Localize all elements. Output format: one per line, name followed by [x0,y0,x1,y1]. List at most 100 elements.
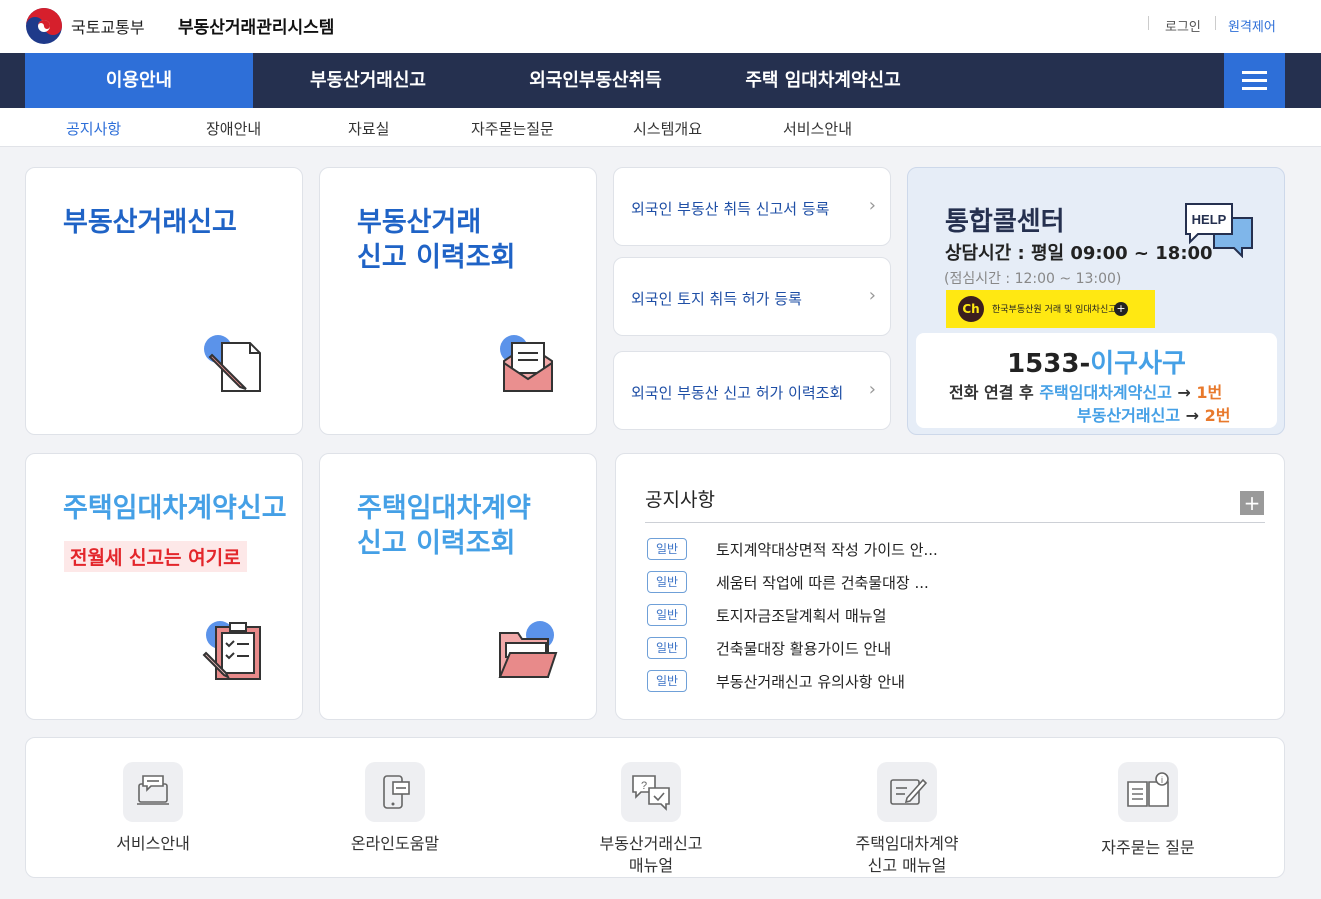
util-divider [1215,16,1216,30]
real-estate-report-card[interactable]: 부동산거래신고 [25,167,303,435]
jeonse-highlight-label: 전월세 신고는 여기로 [64,541,247,572]
quick-link-housing-lease-manual[interactable]: 주택임대차계약 신고 매뉴얼 [807,762,1007,877]
quick-link-label-line1: 주택임대차계약 [855,834,959,853]
system-title[interactable]: 부동산거래관리시스템 [178,13,334,38]
lnb-item-system-overview[interactable]: 시스템개요 [633,118,702,139]
foreign-report-history-link[interactable]: 외국인 부동산 신고 허가 이력조회 › [613,351,891,430]
arrow-icon: → [1185,406,1200,425]
svg-text:i: i [1161,775,1163,785]
link-label: 외국인 부동산 신고 허가 이력조회 [631,384,844,402]
quick-link-real-estate-manual[interactable]: ? 부동산거래신고 매뉴얼 [551,762,751,877]
call-option-2: 부동산거래신고 → 2번 [1077,402,1230,426]
pencil-document-icon [204,335,261,392]
global-nav: 이용안내 부동산거래신고 외국인부동산취득 주택 임대차계약신고 [0,53,1321,108]
option-service: 주택임대차계약신고 [1039,383,1172,402]
quick-link-label-line1: 부동산거래신고 [599,834,703,853]
card-title-line1: 주택임대차계약 [357,493,531,524]
category-badge: 일반 [647,604,687,626]
lnb-item-notice[interactable]: 공지사항 [66,118,121,139]
notice-item-title: 부동산거래신고 유의사항 안내 [716,673,905,691]
notice-item-title: 토지계약대상면적 작성 가이드 안... [716,541,938,559]
kakao-channel-button[interactable]: Ch 한국부동산원 거래 및 임대차신고 + [946,290,1155,328]
link-label: 외국인 토지 취득 허가 등록 [631,290,802,308]
quick-link-label: 온라인도움말 [350,834,440,853]
call-center-title: 통합콜센터 [945,207,1065,237]
quick-link-label-line2: 신고 매뉴얼 [867,856,947,875]
housing-lease-report-card[interactable]: 주택임대차계약신고 전월세 신고는 여기로 [25,453,303,720]
quick-link-label: 자주묻는 질문 [1101,838,1195,857]
clipboard-checklist-icon [202,621,261,680]
option-service: 부동산거래신고 [1077,406,1181,425]
notice-item-title: 토지자금조달계획서 매뉴얼 [716,607,887,625]
gnb-item-usage-guide[interactable]: 이용안내 [25,53,253,108]
notice-item[interactable]: 일반 토지자금조달계획서 매뉴얼 [647,604,1247,628]
notice-item-title: 세움터 작업에 따른 건축물대장 ... [716,574,929,592]
call-center-hours: 상담시간 : 평일 09:00 ~ 18:00 [945,243,1213,264]
call-center-lunch: (점심시간 : 12:00 ~ 13:00) [944,271,1122,287]
foreign-land-permit-link[interactable]: 외국인 토지 취득 허가 등록 › [613,257,891,336]
gnb-item-foreigner-acquisition[interactable]: 외국인부동산취득 [503,53,688,108]
quick-link-label-line2: 매뉴얼 [628,856,674,875]
card-title: 주택임대차계약신고 [63,493,287,524]
gnb-item-housing-lease-report[interactable]: 주택 임대차계약신고 [728,53,918,108]
notice-item-title: 건축물대장 활용가이드 안내 [716,640,892,658]
category-badge: 일반 [647,571,687,593]
notice-item[interactable]: 일반 토지계약대상면적 작성 가이드 안... [647,538,1247,562]
manual-chat-icon: ? [621,762,681,822]
quick-link-label: 서비스안내 [116,834,190,853]
more-notices-button[interactable]: + [1240,491,1264,515]
call-center-number: 1533-이구사구 [916,343,1277,380]
government-logo-icon[interactable] [25,7,63,45]
kakao-channel-icon: Ch [958,296,984,322]
login-link[interactable]: 로그인 [1165,16,1201,35]
arrow-icon: → [1177,383,1191,402]
notice-item[interactable]: 일반 부동산거래신고 유의사항 안내 [647,670,1247,694]
util-divider [1148,16,1149,30]
remote-support-link[interactable]: 원격제어 [1228,16,1276,35]
call-center-number-box: 1533-이구사구 전화 연결 후 주택임대차계약신고 → 1번 부동산거래신고… [916,333,1277,428]
service-guide-icon [123,762,183,822]
option-number: 1번 [1196,383,1223,402]
card-title: 부동산거래신고 [63,207,237,238]
divider [645,522,1265,523]
number-prefix: 1533- [1007,349,1091,379]
lnb-item-outage[interactable]: 장애안내 [206,118,261,139]
notice-item[interactable]: 일반 세움터 작업에 따른 건축물대장 ... [647,571,1247,595]
open-folder-icon [498,621,558,678]
ministry-name[interactable]: 국토교통부 [71,14,145,38]
envelope-letter-icon [500,335,553,392]
plus-icon: + [1114,302,1128,316]
faq-book-icon: i [1118,762,1178,822]
quick-link-service-guide[interactable]: 서비스안내 [53,762,253,855]
category-badge: 일반 [647,637,687,659]
sub-nav: 공지사항 장애안내 자료실 자주묻는질문 시스템개요 서비스안내 [0,108,1321,147]
category-badge: 일반 [647,538,687,560]
foreign-acquisition-report-link[interactable]: 외국인 부동산 취득 신고서 등록 › [613,167,891,246]
svg-text:?: ? [641,780,647,792]
card-title-line2: 신고 이력조회 [357,528,516,559]
edit-manual-icon [877,762,937,822]
top-bar: 국토교통부 부동산거래관리시스템 로그인 원격제어 [0,0,1321,53]
card-title-line1: 부동산거래 [357,207,482,238]
quick-link-faq[interactable]: i 자주묻는 질문 [1048,762,1248,859]
housing-lease-history-card[interactable]: 주택임대차계약 신고 이력조회 [319,453,597,720]
gnb-item-real-estate-report[interactable]: 부동산거래신고 [283,53,453,108]
category-badge: 일반 [647,670,687,692]
chevron-right-icon: › [868,285,876,306]
kakao-channel-label: 한국부동산원 거래 및 임대차신고 [992,305,1117,315]
card-title-line2: 신고 이력조회 [357,242,516,273]
lnb-item-library[interactable]: 자료실 [348,118,389,139]
help-speech-bubble-icon: HELP [1185,203,1253,258]
lnb-item-service-info[interactable]: 서비스안내 [783,118,852,139]
call-center-panel: 통합콜센터 상담시간 : 평일 09:00 ~ 18:00 (점심시간 : 12… [907,167,1285,435]
lnb-item-faq[interactable]: 자주묻는질문 [471,118,554,139]
option-prefix: 전화 연결 후 [949,383,1034,402]
report-history-card[interactable]: 부동산거래 신고 이력조회 [319,167,597,435]
notice-item[interactable]: 일반 건축물대장 활용가이드 안내 [647,637,1247,661]
quick-link-online-help[interactable]: 온라인도움말 [295,762,495,855]
notice-panel: 공지사항 + 일반 토지계약대상면적 작성 가이드 안... 일반 세움터 작업… [615,453,1285,720]
number-suffix: 이구사구 [1090,349,1186,379]
chevron-right-icon: › [868,195,876,216]
hamburger-menu-icon[interactable] [1224,53,1285,108]
link-label: 외국인 부동산 취득 신고서 등록 [631,200,830,218]
